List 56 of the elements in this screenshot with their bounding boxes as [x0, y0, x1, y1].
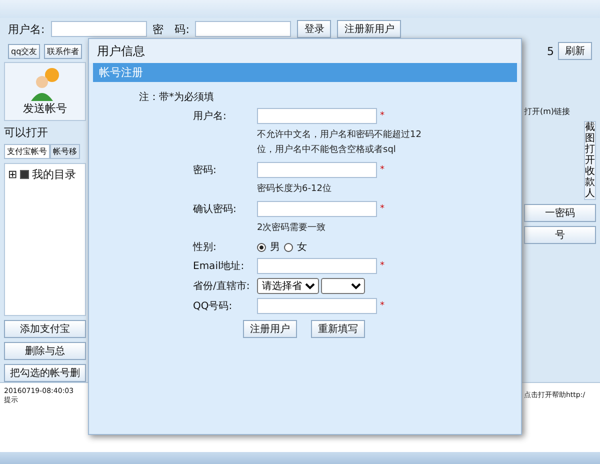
side-button[interactable]: 号 — [524, 226, 596, 244]
text-field[interactable] — [257, 201, 377, 217]
field-label: 确认密码: — [193, 202, 238, 216]
field-hint: 密码长度为6-12位 — [257, 182, 332, 196]
account-tab[interactable]: 支付宝帐号 — [4, 144, 50, 159]
form-button[interactable]: 注册用户 — [243, 320, 297, 338]
field-hint: 2次密码需要一致 — [257, 222, 327, 235]
required-note: 注：带*为必须填 — [139, 92, 214, 103]
password-label: 密 码: — [152, 22, 190, 36]
radio-label[interactable]: 女 — [297, 240, 307, 254]
form-button[interactable]: 重新填写 — [311, 320, 365, 338]
required-mark: * — [380, 301, 384, 311]
toolbar-button[interactable]: qq交友 — [8, 44, 40, 58]
login-button[interactable]: 登录 — [297, 20, 332, 38]
field-label: 密码: — [193, 164, 218, 177]
refresh-button[interactable]: 刷新 — [558, 42, 592, 60]
username-label: 用户名: — [8, 22, 45, 36]
field-label: Email地址: — [193, 260, 246, 273]
open-note: 可以打开 — [4, 125, 49, 140]
link-text[interactable]: 打开(m)链接 — [524, 106, 570, 117]
dropdown[interactable] — [321, 278, 365, 294]
account-tab[interactable]: 帐号移 — [50, 144, 80, 159]
spinner-field[interactable]: 5 — [547, 44, 554, 58]
action-button[interactable]: 把勾选的帐号删 — [4, 364, 86, 382]
expand-toggle[interactable]: ⊞ — [8, 168, 18, 181]
field-label: 性别: — [193, 240, 218, 254]
tree-item[interactable]: 我的目录 — [32, 167, 76, 182]
required-mark: * — [380, 111, 384, 121]
dialog-title: 用户信息 — [97, 42, 145, 60]
text-field[interactable] — [257, 108, 377, 124]
required-mark: * — [380, 204, 384, 214]
text-field[interactable] — [257, 258, 377, 274]
section-header: 帐号注册 — [93, 63, 517, 82]
toolbar-button[interactable]: 联系作者 — [44, 44, 82, 58]
username-field[interactable] — [50, 21, 147, 37]
radio-button[interactable] — [284, 242, 293, 252]
register-button[interactable]: 注册新用户 — [337, 20, 402, 38]
text-field[interactable] — [257, 298, 377, 314]
vertical-tab[interactable]: 截图打开收款人 — [584, 121, 596, 200]
text-field[interactable] — [257, 162, 377, 178]
radio-label[interactable]: 男 — [270, 240, 280, 254]
radio-button[interactable] — [257, 242, 266, 252]
required-mark: * — [380, 165, 384, 175]
send-account-label[interactable]: 发送帐号 — [23, 101, 67, 116]
field-label: QQ号码: — [193, 300, 234, 313]
action-button[interactable]: 添加支付宝 — [4, 320, 86, 338]
dropdown[interactable]: 请选择省 — [257, 278, 319, 294]
person-icon — [28, 67, 62, 101]
password-field[interactable] — [195, 21, 292, 37]
field-label: 用户名: — [193, 110, 228, 123]
tree-checkbox[interactable] — [20, 170, 30, 179]
required-mark: * — [380, 261, 384, 271]
side-button[interactable]: 一密码 — [524, 204, 596, 222]
field-hint: 不允许中文名，用户名和密码不能超过12位，用户名中不能包含空格或者sql — [257, 128, 422, 157]
field-label: 省份/直辖市: — [193, 280, 251, 293]
action-button[interactable]: 删除与总 — [4, 342, 86, 360]
